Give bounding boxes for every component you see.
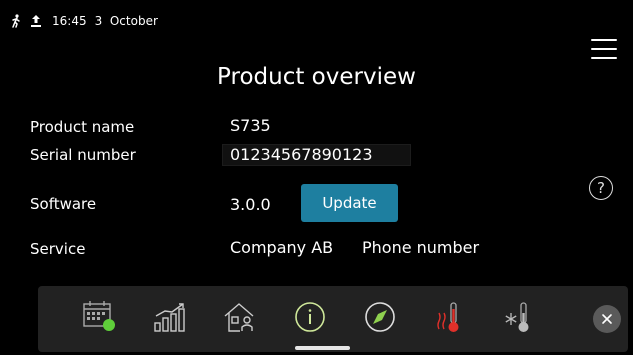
home-user-icon bbox=[220, 299, 260, 339]
service-company: Company AB bbox=[230, 238, 334, 257]
service-phone: Phone number bbox=[362, 238, 480, 257]
page-title: Product overview bbox=[217, 64, 416, 90]
software-label: Software bbox=[30, 195, 97, 213]
nav-cooling[interactable] bbox=[492, 286, 548, 352]
product-name-value: S735 bbox=[230, 116, 271, 135]
product-name-label: Product name bbox=[30, 118, 135, 136]
menu-icon-line bbox=[591, 48, 617, 50]
heating-thermometer-icon bbox=[430, 299, 470, 339]
compass-icon bbox=[360, 299, 400, 339]
nav-statistics[interactable] bbox=[142, 286, 198, 352]
person-walking-icon bbox=[10, 14, 22, 28]
nav-compass[interactable] bbox=[352, 286, 408, 352]
nav-calendar[interactable] bbox=[72, 286, 128, 352]
menu-button[interactable] bbox=[591, 39, 617, 59]
close-button[interactable] bbox=[593, 305, 621, 333]
screen: 16:45 3 October Product overview Product… bbox=[0, 0, 633, 355]
menu-icon-line bbox=[591, 57, 617, 59]
help-button[interactable]: ? bbox=[589, 176, 613, 200]
bottom-navigation bbox=[38, 286, 628, 352]
status-date: 3 October bbox=[94, 14, 158, 28]
help-icon: ? bbox=[597, 179, 605, 197]
upload-icon bbox=[30, 14, 42, 28]
close-icon bbox=[601, 310, 613, 329]
update-button[interactable]: Update bbox=[301, 184, 398, 222]
cooling-thermometer-icon bbox=[500, 299, 540, 339]
nav-home[interactable] bbox=[212, 286, 268, 352]
nav-info[interactable] bbox=[282, 286, 338, 352]
software-version: 3.0.0 bbox=[230, 195, 271, 214]
menu-icon-line bbox=[591, 39, 617, 41]
status-time: 16:45 bbox=[52, 14, 87, 28]
info-icon bbox=[290, 299, 330, 339]
calendar-icon bbox=[80, 299, 120, 339]
page-indicator bbox=[295, 346, 350, 350]
serial-number-label: Serial number bbox=[30, 146, 136, 164]
status-bar: 16:45 3 October bbox=[10, 12, 158, 30]
serial-number-value: 01234567890123 bbox=[230, 145, 373, 164]
nav-heating[interactable] bbox=[422, 286, 478, 352]
statistics-icon bbox=[150, 299, 190, 339]
service-label: Service bbox=[30, 240, 86, 258]
